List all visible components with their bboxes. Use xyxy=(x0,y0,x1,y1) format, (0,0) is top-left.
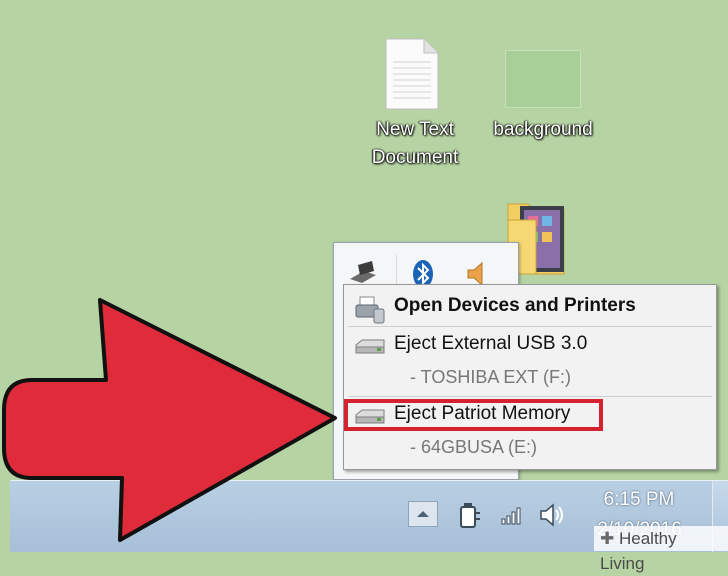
pointer-arrow xyxy=(2,298,337,542)
watermark: ✚ Healthy Living xyxy=(594,526,728,573)
logo-icon: ✚ xyxy=(600,529,615,548)
